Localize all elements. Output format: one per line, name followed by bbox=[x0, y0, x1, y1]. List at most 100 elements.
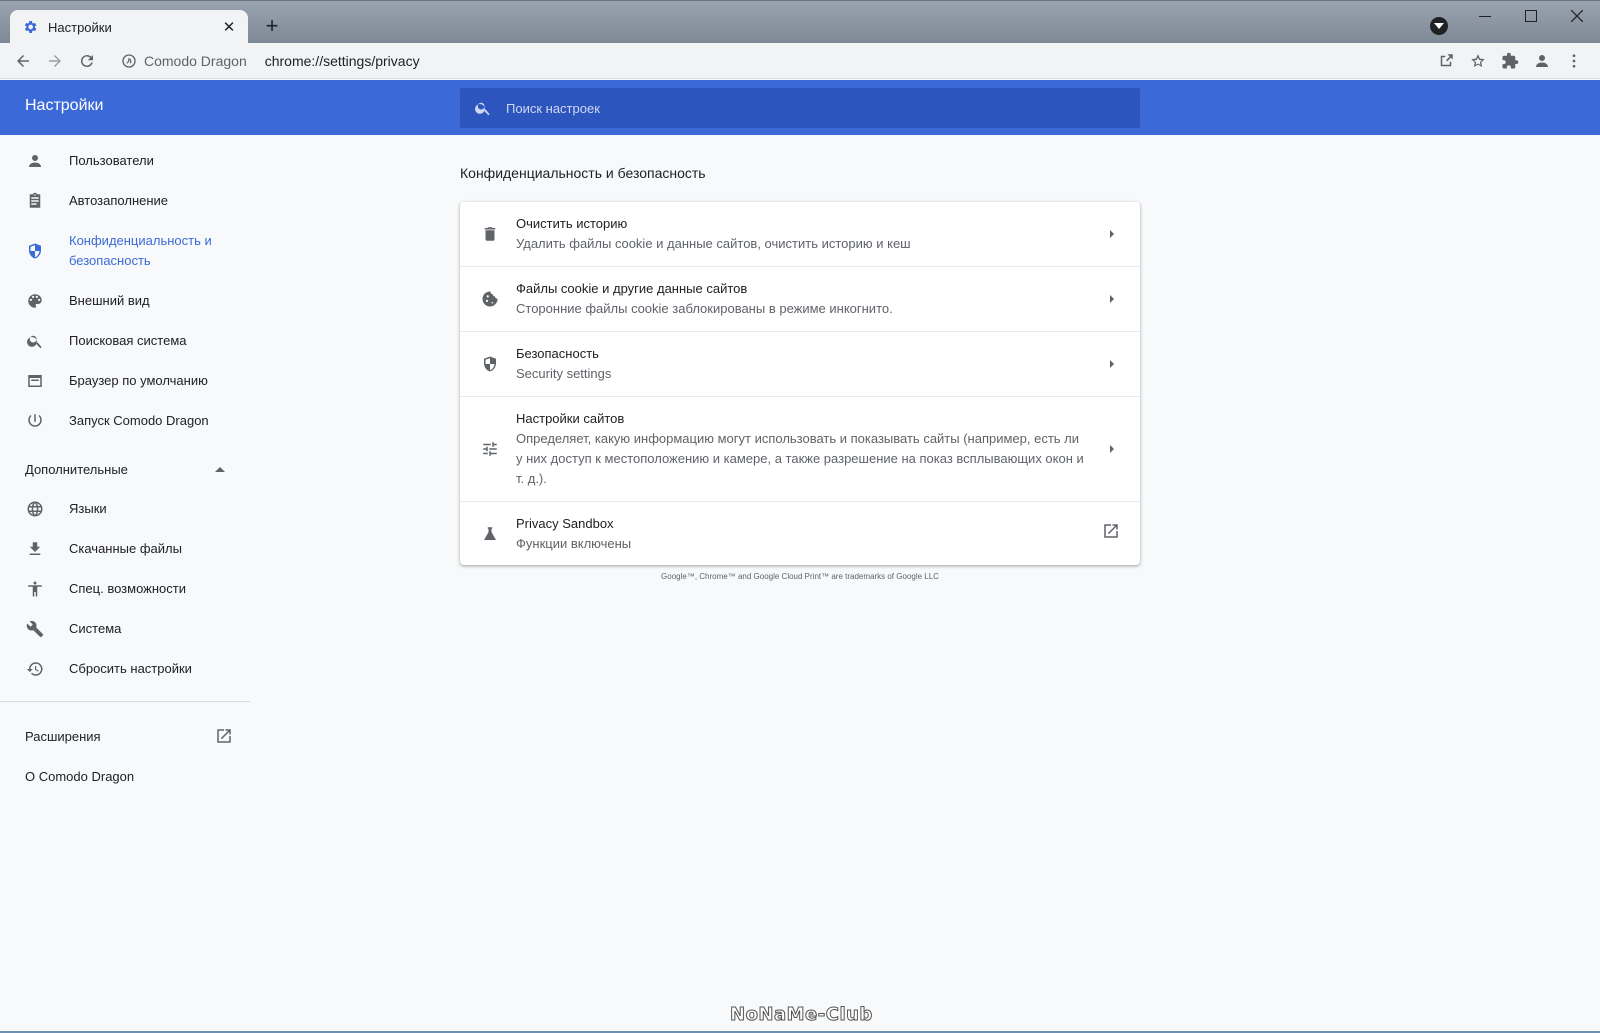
accessibility-icon bbox=[28, 581, 42, 597]
trash-icon bbox=[484, 227, 496, 241]
chevron-up-icon bbox=[215, 466, 225, 472]
row-title: Privacy Sandbox bbox=[516, 515, 614, 531]
sidebar-item-default-browser[interactable]: Браузер по умолчанию bbox=[0, 361, 250, 401]
wrench-icon bbox=[26, 620, 44, 638]
profile-button[interactable] bbox=[1526, 45, 1558, 77]
search-icon bbox=[27, 335, 42, 349]
sidebar-item-downloads[interactable]: Скачанные файлы bbox=[0, 529, 250, 569]
sidebar-divider bbox=[0, 701, 250, 702]
globe-icon bbox=[27, 501, 43, 517]
sidebar-item-system[interactable]: Система bbox=[0, 609, 250, 649]
row-site-settings[interactable]: Настройки сайтов Определяет, какую инфор… bbox=[460, 396, 1140, 501]
settings-header: Настройки bbox=[0, 80, 1600, 135]
security-shield-icon bbox=[484, 356, 496, 372]
gear-icon bbox=[24, 21, 37, 33]
person-icon bbox=[29, 155, 41, 167]
puzzle-icon bbox=[1502, 52, 1519, 69]
sidebar-item-reset[interactable]: Сбросить настройки bbox=[0, 649, 250, 689]
close-tab-icon[interactable]: ✕ bbox=[220, 18, 238, 36]
sidebar-item-users[interactable]: Пользователи bbox=[0, 141, 250, 181]
sidebar-advanced-toggle[interactable]: Дополнительные bbox=[0, 449, 250, 489]
bookmark-button[interactable] bbox=[1462, 45, 1494, 77]
avatar-icon bbox=[1536, 55, 1548, 67]
row-privacy-sandbox[interactable]: Privacy Sandbox Функции включены bbox=[460, 501, 1140, 565]
trademark-notice: Google™, Chrome™ and Google Cloud Print™… bbox=[661, 572, 939, 581]
extensions-button[interactable] bbox=[1494, 45, 1526, 77]
clipboard-icon bbox=[29, 192, 41, 208]
sidebar-item-label: Поисковая система bbox=[69, 333, 187, 348]
back-button[interactable] bbox=[7, 45, 39, 77]
restore-icon bbox=[26, 662, 43, 676]
sidebar-item-label: Расширения bbox=[25, 728, 101, 744]
maximize-button[interactable] bbox=[1508, 1, 1554, 31]
chevron-right-icon bbox=[1110, 360, 1114, 368]
settings-search[interactable] bbox=[460, 88, 1140, 128]
tab-strip: Настройки ✕ + bbox=[0, 0, 1600, 44]
sidebar-item-appearance[interactable]: Внешний вид bbox=[0, 281, 250, 321]
minimize-icon bbox=[1479, 16, 1491, 17]
maximize-icon bbox=[1525, 10, 1537, 22]
row-title: Настройки сайтов bbox=[516, 411, 625, 426]
cookie-icon bbox=[482, 291, 498, 307]
browser-icon bbox=[28, 375, 42, 387]
comodo-dragon-icon bbox=[122, 54, 136, 68]
close-icon bbox=[1571, 10, 1583, 22]
sidebar-item-label: Языки bbox=[69, 501, 107, 516]
chevron-right-icon bbox=[1110, 295, 1114, 303]
sidebar-item-label: Пользователи bbox=[69, 153, 154, 168]
chevron-right-icon bbox=[1110, 445, 1114, 453]
sidebar-item-label: О Comodo Dragon bbox=[25, 768, 135, 784]
sidebar-item-accessibility[interactable]: Спец. возможности bbox=[0, 569, 250, 609]
watermark: NoNaMe-Club bbox=[730, 1004, 873, 1026]
palette-icon bbox=[28, 294, 42, 308]
tab-title: Настройки bbox=[48, 19, 112, 35]
sidebar-item-startup[interactable]: Запуск Comodo Dragon bbox=[0, 401, 250, 441]
sidebar-item-languages[interactable]: Языки bbox=[0, 489, 250, 529]
page-title: Настройки bbox=[25, 97, 104, 114]
row-subtitle: Функции включены bbox=[516, 535, 632, 551]
sidebar-item-label: Спец. возможности bbox=[69, 581, 186, 596]
search-input[interactable] bbox=[506, 100, 1106, 116]
sidebar-item-privacy[interactable]: Конфиденциальность и безопасность bbox=[0, 221, 250, 281]
shield-icon bbox=[29, 243, 41, 259]
tab-settings[interactable]: Настройки ✕ bbox=[10, 10, 248, 44]
chevron-right-icon bbox=[1110, 230, 1114, 238]
sidebar-item-label: Конфиденциальность и безопасность bbox=[69, 233, 212, 268]
minimize-button[interactable] bbox=[1462, 1, 1508, 31]
sidebar-item-autofill[interactable]: Автозаполнение bbox=[0, 181, 250, 221]
sidebar-item-about[interactable]: О Comodo Dragon bbox=[0, 756, 250, 796]
new-tab-button[interactable]: + bbox=[258, 13, 286, 41]
menu-button[interactable] bbox=[1558, 45, 1590, 77]
sidebar-item-label: Скачанные файлы bbox=[69, 541, 182, 556]
forward-button[interactable] bbox=[39, 45, 71, 77]
sidebar-item-label: Внешний вид bbox=[69, 293, 150, 308]
reload-icon bbox=[80, 54, 93, 67]
share-button[interactable] bbox=[1430, 45, 1462, 77]
close-window-button[interactable] bbox=[1554, 1, 1600, 31]
flask-icon bbox=[484, 526, 496, 540]
reload-button[interactable] bbox=[71, 45, 103, 77]
sidebar-item-extensions[interactable]: Расширения bbox=[0, 716, 250, 756]
arrow-back-icon bbox=[17, 54, 29, 67]
row-security[interactable]: Безопасность Security settings bbox=[460, 331, 1140, 396]
row-subtitle: Определяет, какую информацию могут испол… bbox=[516, 431, 1084, 486]
open-in-new-icon[interactable] bbox=[1102, 522, 1120, 540]
tab-search-icon[interactable] bbox=[1430, 17, 1448, 35]
sidebar-item-label: Система bbox=[69, 621, 122, 636]
section-title: Конфиденциальность и безопасность bbox=[460, 165, 706, 181]
row-subtitle: Удалить файлы cookie и данные сайтов, оч… bbox=[516, 236, 911, 251]
url-text[interactable]: chrome://settings/privacy bbox=[265, 53, 420, 69]
row-cookies[interactable]: Файлы cookie и другие данные сайтов Стор… bbox=[460, 266, 1140, 331]
row-clear-history[interactable]: Очистить историю Удалить файлы cookie и … bbox=[460, 202, 1140, 266]
more-vert-icon bbox=[1572, 54, 1576, 68]
sidebar-item-label: Автозаполнение bbox=[69, 193, 169, 208]
sidebar-item-search-engine[interactable]: Поисковая система bbox=[0, 321, 250, 361]
row-title: Безопасность bbox=[516, 346, 599, 361]
share-icon bbox=[1440, 54, 1453, 67]
site-name: Comodo Dragon bbox=[144, 53, 247, 69]
sidebar-item-label: Запуск Comodo Dragon bbox=[69, 413, 209, 428]
address-bar[interactable]: Comodo Dragon chrome://settings/privacy bbox=[110, 46, 1410, 76]
row-subtitle: Сторонние файлы cookie заблокированы в р… bbox=[516, 301, 893, 316]
sidebar-item-label: Сбросить настройки bbox=[69, 661, 192, 676]
privacy-card: Очистить историю Удалить файлы cookie и … bbox=[460, 202, 1140, 565]
